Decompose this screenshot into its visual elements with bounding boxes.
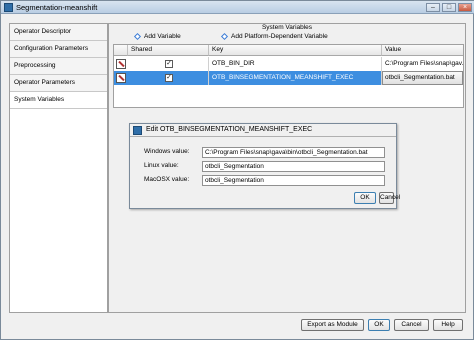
value-cell-button[interactable]: otbcli_Segmentation.bat — [382, 71, 463, 85]
column-header-key[interactable]: Key — [209, 45, 382, 56]
shared-checkbox[interactable]: ✓ — [165, 74, 173, 82]
ok-button[interactable]: OK — [368, 319, 390, 331]
column-header-value[interactable]: Value — [382, 45, 463, 56]
windows-value-label: Windows value: — [144, 148, 190, 155]
edit-variable-dialog: Edit OTB_BINSEGMENTATION_MEANSHIFT_EXEC … — [129, 123, 400, 209]
shared-checkbox[interactable]: ✓ — [165, 60, 173, 68]
sidebar: Operator Descriptor Configuration Parame… — [9, 23, 108, 313]
help-button[interactable]: Help — [433, 319, 463, 331]
sidebar-item-operator-descriptor[interactable]: Operator Descriptor — [10, 24, 107, 41]
maximize-button[interactable]: □ — [442, 3, 456, 12]
close-button[interactable]: × — [458, 3, 472, 12]
add-platform-variable-label: Add Platform-Dependent Variable — [231, 33, 328, 40]
shared-cell: ✓ — [128, 57, 209, 71]
export-as-module-button[interactable]: Export as Module — [301, 319, 364, 331]
shared-cell: ✓ — [128, 71, 209, 85]
cancel-button[interactable]: Cancel — [394, 319, 429, 331]
add-platform-variable-button[interactable]: Add Platform-Dependent Variable — [220, 32, 328, 41]
variables-table: Shared Key Value ✓ OTB_BIN_DIR C:\Progra… — [113, 44, 464, 108]
sidebar-item-preprocessing[interactable]: Preprocessing — [10, 58, 107, 75]
dialog-ok-button[interactable]: OK — [354, 192, 376, 204]
add-icon — [133, 32, 142, 41]
sidebar-item-system-variables[interactable]: System Variables — [10, 92, 107, 109]
section-title: System Variables — [261, 24, 313, 31]
add-icon — [220, 32, 229, 41]
title-bar[interactable]: Segmentation-meanshift – □ × — [1, 1, 474, 14]
column-header-icon — [114, 45, 128, 56]
dialog-title: Edit OTB_BINSEGMENTATION_MEANSHIFT_EXEC — [146, 126, 313, 133]
dialog-title-bar[interactable]: Edit OTB_BINSEGMENTATION_MEANSHIFT_EXEC — [130, 124, 396, 137]
windows-value-input[interactable]: C:\Program Files\snap\gava\bin\otbcli_Se… — [202, 147, 385, 158]
column-header-shared[interactable]: Shared — [128, 45, 209, 56]
value-cell[interactable]: C:\Program Files\snap\gav... — [382, 57, 463, 71]
remove-variable-icon[interactable] — [116, 73, 126, 83]
table-row[interactable]: ✓ OTB_BINSEGMENTATION_MEANSHIFT_EXEC otb… — [114, 71, 463, 85]
add-variable-label: Add Variable — [144, 33, 181, 40]
key-cell[interactable]: OTB_BIN_DIR — [209, 57, 382, 71]
macosx-value-label: MacOSX value: — [144, 176, 190, 183]
sidebar-item-configuration-parameters[interactable]: Configuration Parameters — [10, 41, 107, 58]
table-row[interactable]: ✓ OTB_BIN_DIR C:\Program Files\snap\gav.… — [114, 57, 463, 71]
sidebar-item-operator-parameters[interactable]: Operator Parameters — [10, 75, 107, 92]
app-icon — [4, 3, 13, 12]
window-title: Segmentation-meanshift — [16, 3, 98, 12]
minimize-button[interactable]: – — [426, 3, 440, 12]
key-cell[interactable]: OTB_BINSEGMENTATION_MEANSHIFT_EXEC — [209, 71, 382, 85]
macosx-value-input[interactable]: otbcli_Segmentation — [202, 175, 385, 186]
dialog-cancel-button[interactable]: Cancel — [379, 192, 400, 204]
linux-value-label: Linux value: — [144, 162, 179, 169]
linux-value-input[interactable]: otbcli_Segmentation — [202, 161, 385, 172]
main-window: Segmentation-meanshift – □ × Operator De… — [0, 0, 474, 340]
dialog-app-icon — [133, 126, 142, 135]
remove-variable-icon[interactable] — [116, 59, 126, 69]
add-variable-button[interactable]: Add Variable — [133, 32, 181, 41]
